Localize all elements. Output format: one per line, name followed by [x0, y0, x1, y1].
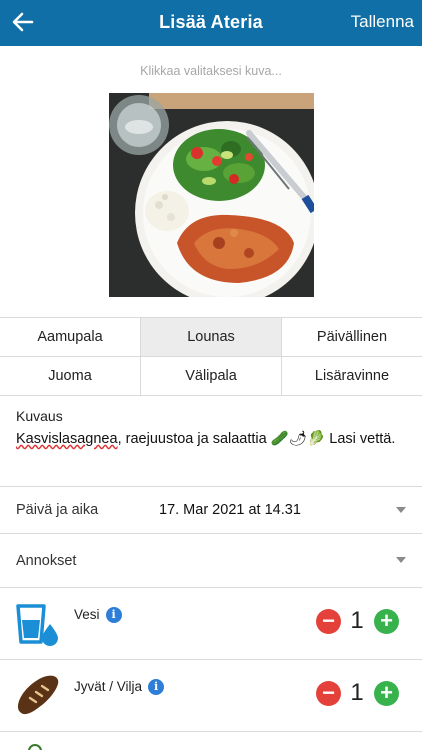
water-count: 1: [350, 607, 364, 634]
grains-count: 1: [350, 679, 364, 706]
datetime-dropdown-icon[interactable]: [396, 507, 406, 513]
meal-type-lunch[interactable]: Lounas: [141, 318, 282, 357]
meal-type-dinner[interactable]: Päivällinen: [282, 318, 422, 357]
bread-icon: [17, 675, 59, 715]
portions-label: Annokset: [16, 553, 77, 569]
meal-type-breakfast[interactable]: Aamupala: [0, 318, 141, 357]
water-increase-button[interactable]: +: [374, 609, 399, 634]
save-button[interactable]: Tallenna: [351, 12, 414, 32]
item-water-label: Vesi: [74, 607, 100, 622]
info-icon[interactable]: i: [148, 679, 165, 696]
food-emojis: 🥒🌶🥬: [270, 431, 326, 447]
divider: [0, 659, 422, 660]
meal-type-selector: Aamupala Lounas Päivällinen Juoma Välipa…: [0, 317, 422, 396]
portions-dropdown-icon[interactable]: [396, 557, 406, 563]
grains-decrease-button[interactable]: −: [316, 681, 341, 706]
divider: [0, 533, 422, 534]
description-field[interactable]: Kasvislasagnea, raejuustoa ja salaattia …: [16, 430, 416, 447]
meal-type-supplement[interactable]: Lisäravinne: [282, 357, 422, 396]
divider: [0, 486, 422, 487]
datetime-value[interactable]: 17. Mar 2021 at 14.31: [159, 502, 301, 518]
nav-bar: Lisää Ateria Tallenna: [0, 0, 422, 46]
item-water: Vesi i: [74, 607, 122, 624]
divider: [0, 731, 422, 732]
description-text-misspelled: Kasvislasagnea: [16, 431, 118, 447]
meal-type-snack[interactable]: Välipala: [141, 357, 282, 396]
divider: [0, 587, 422, 588]
meal-photo[interactable]: [109, 93, 314, 297]
info-icon[interactable]: i: [105, 607, 122, 624]
photo-hint[interactable]: Klikkaa valitaksesi kuva...: [0, 64, 422, 78]
water-decrease-button[interactable]: −: [316, 609, 341, 634]
item-grains: Jyvät / Vilja i: [74, 679, 165, 696]
grains-increase-button[interactable]: +: [374, 681, 399, 706]
datetime-label: Päivä ja aika: [16, 502, 99, 518]
item-grains-label: Jyvät / Vilja: [74, 679, 143, 694]
meal-photo-image: [109, 93, 314, 297]
description-text-end: Lasi vettä.: [329, 431, 396, 447]
next-item-icon: [28, 744, 42, 750]
water-glass-icon: [16, 604, 58, 646]
description-text: , raejuustoa ja salaattia: [117, 431, 267, 447]
description-label: Kuvaus: [16, 408, 63, 424]
meal-type-drink[interactable]: Juoma: [0, 357, 141, 396]
